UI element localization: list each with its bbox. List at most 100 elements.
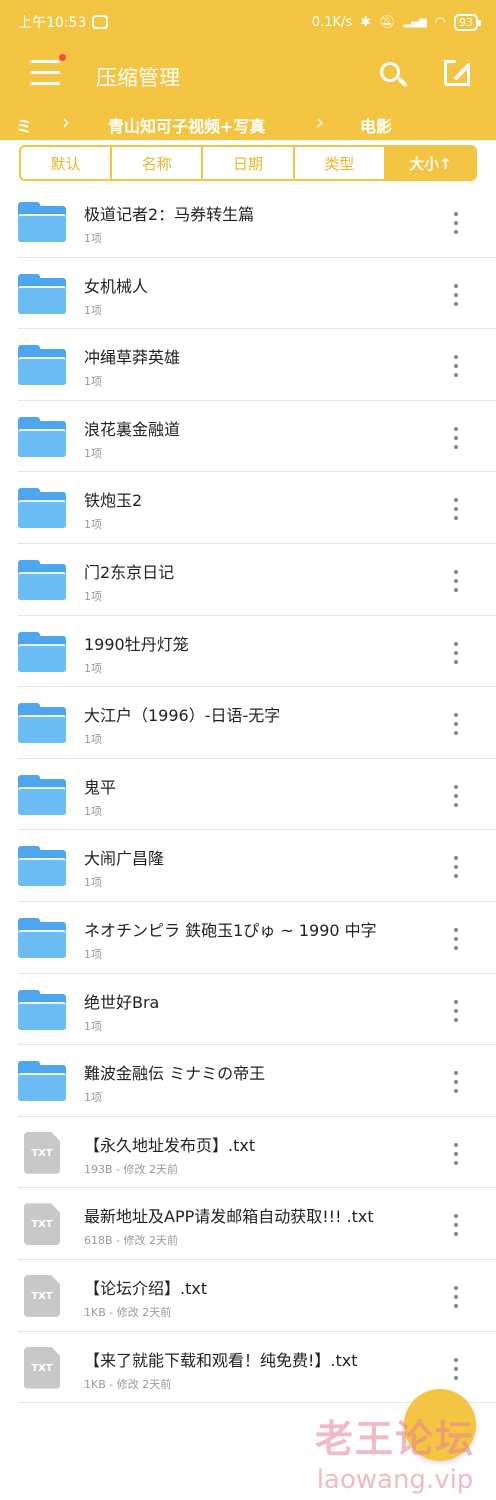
menu-button[interactable] <box>30 54 66 90</box>
folder-row[interactable]: 鬼平 1项 <box>18 759 496 831</box>
item-title: 绝世好Bra <box>84 992 160 1012</box>
file-icon-label: TXT <box>31 1219 53 1231</box>
watermark-en: laowang.vip <box>316 1465 474 1495</box>
folder-icon <box>18 846 66 887</box>
more-options-icon[interactable] <box>446 713 466 736</box>
more-options-icon[interactable] <box>446 1142 466 1165</box>
file-row[interactable]: TXT 【论坛介绍】.txt 1KB - 修改 2天前 <box>18 1260 496 1332</box>
folder-icon <box>18 1061 66 1102</box>
folder-icon <box>18 631 66 672</box>
folder-row[interactable]: 女机械人 1项 <box>18 258 496 330</box>
folder-row[interactable]: 门2东京日记 1项 <box>18 544 496 616</box>
item-meta: 1项 <box>84 446 102 460</box>
item-title: 最新地址及APP请发邮箱自动获取!!! .txt <box>84 1207 374 1227</box>
item-meta: 1项 <box>84 1019 102 1033</box>
breadcrumb-item-0[interactable]: ミ <box>16 113 32 137</box>
folder-row[interactable]: 绝世好Bra 1项 <box>18 974 496 1046</box>
item-meta: 1项 <box>84 733 102 747</box>
search-icon[interactable] <box>378 60 410 92</box>
item-title: 難波金融伝 ミナミの帝王 <box>84 1064 266 1084</box>
more-options-icon[interactable] <box>446 283 466 306</box>
more-options-icon[interactable] <box>446 355 466 378</box>
item-title: 铁炮玉2 <box>84 491 143 511</box>
item-meta: 1项 <box>84 947 102 961</box>
item-meta: 1项 <box>84 804 102 818</box>
more-options-icon[interactable] <box>446 569 466 592</box>
notification-dot <box>59 54 66 61</box>
folder-row[interactable]: 浪花裏金融道 1项 <box>18 401 496 473</box>
folder-icon <box>18 774 66 815</box>
item-title: 极道记者2：马券转生篇 <box>84 205 255 224</box>
folder-row[interactable]: 铁炮玉2 1项 <box>18 472 496 544</box>
folder-icon <box>18 345 66 386</box>
floating-action-button[interactable] <box>404 1389 476 1461</box>
status-time: 上午10:53 <box>18 15 87 31</box>
more-options-icon[interactable] <box>446 927 466 950</box>
breadcrumb-item-2[interactable]: 电影 <box>360 113 392 137</box>
network-speed: 0.1K/s <box>311 14 353 30</box>
folder-icon <box>18 416 66 457</box>
more-options-icon[interactable] <box>446 1285 466 1308</box>
folder-row[interactable]: 冲绳草莽英雄 1项 <box>18 329 496 401</box>
item-meta: 1项 <box>84 661 102 675</box>
more-options-icon[interactable] <box>446 784 466 807</box>
more-options-icon[interactable] <box>446 426 466 449</box>
txt-file-icon: TXT <box>24 1131 60 1174</box>
more-options-icon[interactable] <box>446 212 466 234</box>
txt-file-icon: TXT <box>24 1346 60 1389</box>
item-meta: 1KB - 修改 2天前 <box>84 1305 172 1319</box>
item-title: 大江户（1996）-日语-无字 <box>84 706 281 726</box>
battery-indicator: 93 <box>454 13 481 31</box>
folder-icon <box>18 488 66 529</box>
chevron-right-icon: › <box>62 110 70 134</box>
more-options-icon[interactable] <box>446 1357 466 1380</box>
file-icon-label: TXT <box>31 1362 53 1374</box>
folder-row[interactable]: 1990牡丹灯笼 1项 <box>18 616 496 688</box>
item-title: 鬼平 <box>84 777 117 797</box>
notification-icon <box>92 15 109 29</box>
folder-row[interactable]: 大闹广昌隆 1项 <box>18 830 496 902</box>
folder-icon <box>18 202 66 242</box>
item-meta: 1KB - 修改 2天前 <box>84 1377 172 1391</box>
wifi-icon: ◠ <box>434 14 446 30</box>
sort-tab-name[interactable]: 名称 <box>112 147 204 179</box>
sort-tab-size[interactable]: 大小↑ <box>385 147 475 179</box>
more-options-icon[interactable] <box>446 641 466 664</box>
folder-icon <box>18 917 66 958</box>
more-options-icon[interactable] <box>446 999 466 1022</box>
file-row[interactable]: TXT 【永久地址发布页】.txt 193B - 修改 2天前 <box>18 1117 496 1189</box>
chevron-right-icon: › <box>316 110 324 134</box>
sort-tabs: 默认 名称 日期 类型 大小↑ <box>19 145 477 181</box>
more-options-icon[interactable] <box>446 856 466 879</box>
more-options-icon[interactable] <box>446 1071 466 1094</box>
more-options-icon[interactable] <box>446 498 466 521</box>
more-options-icon[interactable] <box>446 1214 466 1237</box>
file-icon-label: TXT <box>31 1147 53 1159</box>
item-title: 浪花裏金融道 <box>84 419 181 439</box>
txt-file-icon: TXT <box>24 1203 60 1246</box>
folder-row[interactable]: 大江户（1996）-日语-无字 1项 <box>18 687 496 759</box>
folder-icon <box>18 273 66 314</box>
txt-file-icon: TXT <box>24 1274 60 1317</box>
breadcrumb-item-1[interactable]: 青山知可子视频+写真 <box>108 113 265 137</box>
item-meta: 1项 <box>84 232 102 245</box>
folder-icon <box>18 703 66 744</box>
folder-row[interactable]: 難波金融伝 ミナミの帝王 1项 <box>18 1045 496 1117</box>
item-meta: 1项 <box>84 1091 102 1105</box>
sort-tab-type[interactable]: 类型 <box>295 147 386 179</box>
folder-row[interactable]: 极道记者2：马券转生篇 1项 <box>18 186 496 258</box>
edit-icon[interactable] <box>444 60 472 88</box>
item-meta: 1项 <box>84 303 102 317</box>
folder-row[interactable]: ネオチンピラ 鉄砲玉1ぴゅ ~ 1990 中字 1项 <box>18 902 496 974</box>
file-row[interactable]: TXT 最新地址及APP请发邮箱自动获取!!! .txt 618B - 修改 2天前 <box>18 1188 496 1260</box>
item-meta: 1项 <box>84 518 102 532</box>
bluetooth-icon: ✱ <box>360 14 372 30</box>
file-icon-label: TXT <box>31 1290 53 1302</box>
item-title: 门2东京日记 <box>84 562 175 582</box>
item-title: 1990牡丹灯笼 <box>84 634 189 654</box>
item-title: 女机械人 <box>84 276 149 296</box>
sort-tab-date[interactable]: 日期 <box>203 147 295 179</box>
file-list: 极道记者2：马券转生篇 1项 女机械人 1项 冲绳草莽英雄 1项 浪花裏金融道 1项 铁炮玉2 1… <box>0 186 496 1404</box>
sort-tab-default[interactable]: 默认 <box>21 147 113 179</box>
signal-icon: ▂▄▆ <box>403 16 427 28</box>
